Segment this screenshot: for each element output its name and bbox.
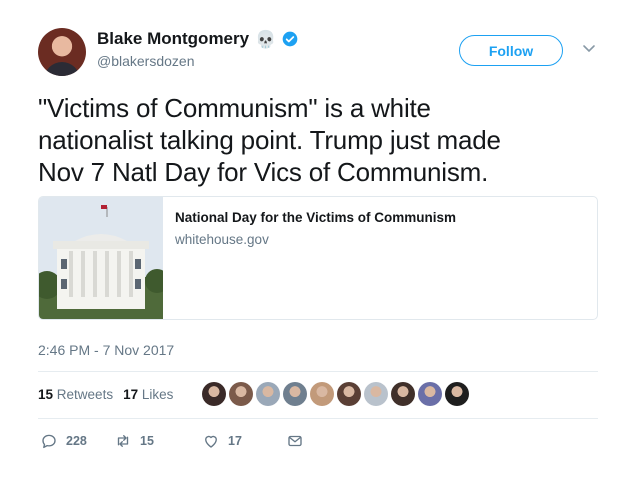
- card-title: National Day for the Victims of Communis…: [175, 210, 457, 225]
- author-avatar[interactable]: [38, 28, 86, 76]
- liker-avatar[interactable]: [337, 382, 361, 406]
- engagement-stats: 15 Retweets 17 Likes: [38, 387, 173, 402]
- liker-avatar[interactable]: [418, 382, 442, 406]
- envelope-icon: [288, 435, 302, 447]
- tweet-line: nationalist talking point. Trump just ma…: [38, 125, 501, 155]
- author-handle[interactable]: @blakersdozen: [97, 53, 195, 69]
- retweets-stat[interactable]: 15 Retweets: [38, 387, 113, 402]
- white-house-thumbnail: [39, 197, 163, 319]
- liker-avatars: [202, 382, 469, 406]
- avatar-shoulders: [44, 62, 80, 76]
- stats-top-divider: [38, 371, 598, 372]
- liker-avatar[interactable]: [229, 382, 253, 406]
- likes-label: Likes: [141, 387, 174, 402]
- skull-emoji-icon: 💀: [255, 29, 277, 49]
- tweet-actions: 228 15 17: [40, 432, 304, 450]
- direct-message-action[interactable]: [286, 432, 304, 450]
- link-card[interactable]: National Day for the Victims of Communis…: [38, 196, 598, 320]
- tweet-line: "Victims of Communism" is a white: [38, 93, 431, 123]
- tweet-line: Nov 7 Natl Day for Vics of Communism.: [38, 157, 489, 187]
- liker-avatar[interactable]: [256, 382, 280, 406]
- retweets-label: Retweets: [56, 387, 114, 402]
- chevron-down-icon[interactable]: [582, 44, 596, 54]
- author-name[interactable]: Blake Montgomery: [97, 29, 249, 49]
- reply-icon: [42, 434, 56, 449]
- card-domain: whitehouse.gov: [175, 232, 269, 247]
- author-name-row: Blake Montgomery 💀: [97, 29, 298, 49]
- stats-bottom-divider: [38, 418, 598, 419]
- tweet-timestamp[interactable]: 2:46 PM - 7 Nov 2017: [38, 342, 174, 358]
- liker-avatar[interactable]: [202, 382, 226, 406]
- reply-action[interactable]: 228: [40, 432, 114, 450]
- tweet-text: "Victims of Communism" is a white nation…: [38, 92, 598, 188]
- retweet-count: 15: [140, 434, 154, 448]
- liker-avatar[interactable]: [310, 382, 334, 406]
- verified-badge-icon: [282, 31, 298, 47]
- follow-button[interactable]: Follow: [459, 35, 563, 66]
- likes-stat[interactable]: 17 Likes: [123, 387, 173, 402]
- retweets-count: 15: [38, 387, 54, 402]
- likes-count: 17: [123, 387, 139, 402]
- heart-icon: [205, 435, 217, 448]
- liker-avatar[interactable]: [283, 382, 307, 406]
- retweet-action[interactable]: 15: [114, 432, 202, 450]
- like-action[interactable]: 17: [202, 432, 286, 450]
- liker-avatar[interactable]: [391, 382, 415, 406]
- liker-avatar[interactable]: [445, 382, 469, 406]
- like-count: 17: [228, 434, 242, 448]
- reply-count: 228: [66, 434, 87, 448]
- retweet-icon: [117, 435, 129, 447]
- liker-avatar[interactable]: [364, 382, 388, 406]
